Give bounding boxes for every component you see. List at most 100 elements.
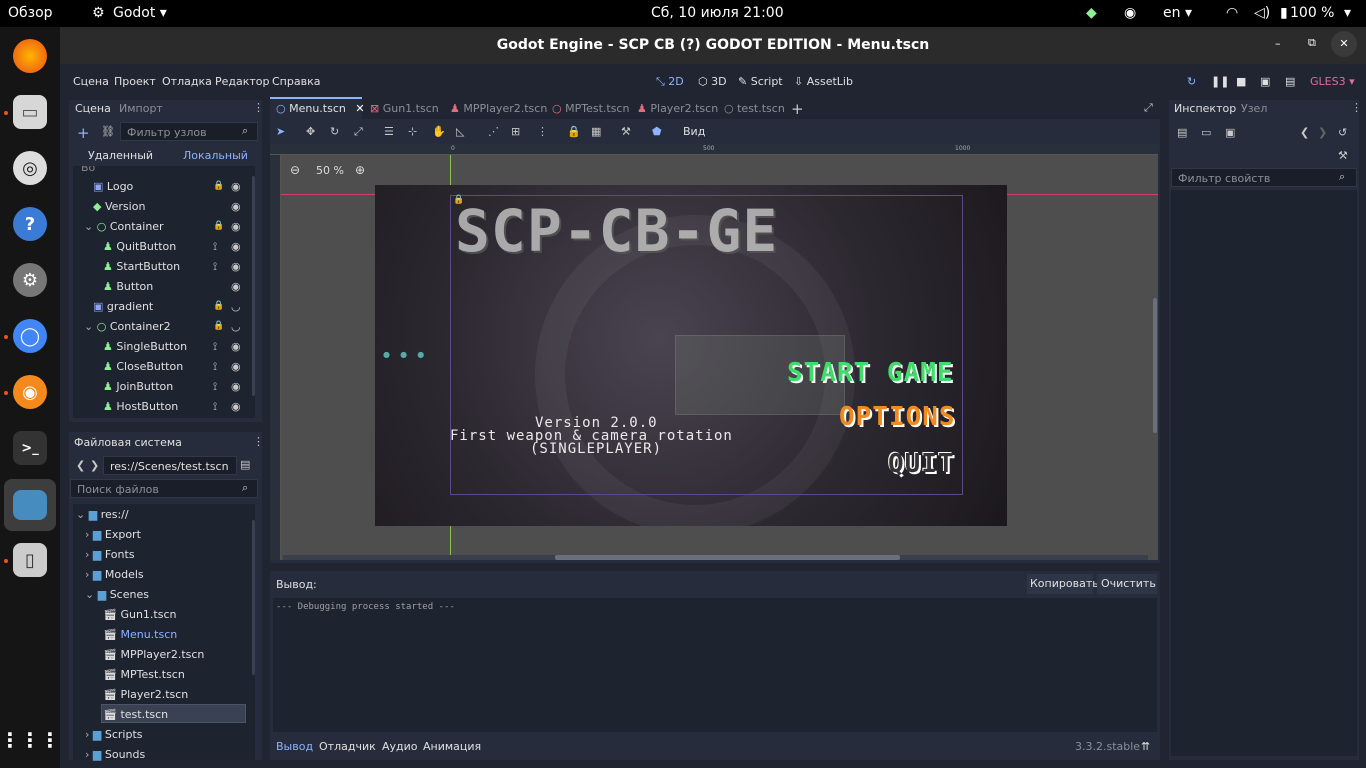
bottom-tab-audio[interactable]: Аудио xyxy=(382,740,418,753)
view-menu[interactable]: Вид xyxy=(683,125,705,138)
fs-file[interactable]: 🎬︎ MPPlayer2.tscn xyxy=(103,648,204,661)
menu-help[interactable]: Справка xyxy=(272,75,320,88)
fs-folder[interactable]: ⌄ ▆ Scenes xyxy=(85,588,149,601)
scene-node-gradient[interactable]: ▣ gradient xyxy=(93,300,153,313)
play-custom-scene-icon[interactable]: ▤ xyxy=(1285,75,1295,88)
stop-icon[interactable]: ■ xyxy=(1236,75,1246,88)
menu-scene[interactable]: Сцена xyxy=(73,75,109,88)
tab-import[interactable]: Импорт xyxy=(119,102,163,115)
scale-tool-icon[interactable]: ⤢ xyxy=(354,125,363,139)
output-log[interactable] xyxy=(273,598,1157,732)
v-scrollbar-thumb[interactable] xyxy=(1153,298,1157,433)
scene-node-startbutton[interactable]: ♟ StartButton xyxy=(103,260,180,273)
visible-eye-icon[interactable]: ◉ xyxy=(231,340,241,353)
scene-node-logo[interactable]: ▣ Logo xyxy=(93,180,133,193)
terminal-icon[interactable]: >_ xyxy=(13,431,47,465)
bottom-tab-animation[interactable]: Анимация xyxy=(423,740,481,753)
lock-icon[interactable]: 🔒 xyxy=(213,321,224,331)
file-tree-scrollbar[interactable] xyxy=(252,520,255,675)
bottom-tab-output[interactable]: Вывод xyxy=(276,740,313,753)
visible-eye-icon[interactable]: ◉ xyxy=(231,380,241,393)
pan-tool-icon[interactable]: ✋ xyxy=(432,125,446,138)
fs-file[interactable]: 🎬︎ test.tscn xyxy=(103,708,168,721)
menu-editor[interactable]: Редактор xyxy=(215,75,270,88)
activities-button[interactable]: Обзор xyxy=(8,5,53,21)
h-scrollbar-thumb[interactable] xyxy=(555,555,900,560)
signal-icon[interactable]: ⟟ xyxy=(213,400,217,414)
scene-tab-menu[interactable]: ○ Menu.tscn ✕ xyxy=(276,102,365,115)
mode-assetlib-button[interactable]: ⇩ AssetLib xyxy=(794,75,853,88)
scene-tab-player2[interactable]: ♟ Player2.tscn xyxy=(637,102,718,115)
rotate-tool-icon[interactable]: ↻ xyxy=(330,125,339,138)
toggle-split-icon[interactable]: ▤ xyxy=(240,458,250,471)
app-menu-button[interactable]: Godot ▾ xyxy=(113,5,167,21)
collapse-arrow-icon[interactable]: ⌄ xyxy=(84,220,97,233)
volume-icon[interactable]: ◁) xyxy=(1254,5,1270,21)
battery-icon[interactable]: ▮ xyxy=(1280,5,1288,21)
visible-eye-icon[interactable]: ◉ xyxy=(231,180,241,193)
visible-eye-icon[interactable]: ◉ xyxy=(231,280,241,293)
wifi-icon[interactable]: ◠ xyxy=(1226,5,1238,21)
collapse-arrow-icon[interactable]: › xyxy=(85,568,93,581)
visible-eye-icon[interactable]: ◉ xyxy=(231,240,241,253)
archive-icon[interactable]: ▯ xyxy=(13,543,47,577)
scene-node-quitbutton[interactable]: ♟ QuitButton xyxy=(103,240,176,253)
new-tab-icon[interactable]: + xyxy=(791,100,804,118)
visible-eye-icon[interactable]: ◉ xyxy=(231,200,241,213)
clear-button[interactable]: Очистить xyxy=(1097,574,1157,594)
history-back-icon[interactable]: ❮ xyxy=(1300,126,1309,139)
scene-node-joinbutton[interactable]: ♟ JoinButton xyxy=(103,380,173,393)
signal-icon[interactable]: ⟟ xyxy=(213,340,217,354)
fs-folder[interactable]: ⌄ ▆ res:// xyxy=(76,508,129,521)
show-apps-icon[interactable]: ⋮⋮⋮ xyxy=(0,723,60,757)
clock[interactable]: Сб, 10 июля 21:00 xyxy=(651,5,784,21)
scene-tab-mpplayer2[interactable]: ♟ MPPlayer2.tscn xyxy=(450,102,547,115)
fs-file[interactable]: 🎬︎ Gun1.tscn xyxy=(103,608,177,621)
collapse-arrow-icon[interactable]: ⌄ xyxy=(84,320,97,333)
renderer-select[interactable]: GLES3 ▾ xyxy=(1310,75,1355,88)
collapse-arrow-icon[interactable]: › xyxy=(85,528,93,541)
signal-icon[interactable]: ⟟ xyxy=(213,380,217,394)
list-select-icon[interactable]: ☰ xyxy=(384,125,394,138)
shield-icon[interactable]: ◆ xyxy=(1086,5,1097,21)
history-icon[interactable]: ↺ xyxy=(1338,126,1347,139)
discord-icon[interactable]: ◉ xyxy=(13,375,47,409)
history-forward-icon[interactable]: ❯ xyxy=(1318,126,1327,139)
signal-icon[interactable]: ⟟ xyxy=(213,260,217,274)
select-tool-icon[interactable]: ➤ xyxy=(276,125,285,138)
tab-node[interactable]: Узел xyxy=(1241,102,1267,115)
camera-override-icon[interactable]: ⬟ xyxy=(652,125,662,138)
scene-tab-mptest[interactable]: ○ MPTest.tscn xyxy=(552,102,629,115)
menu-debug[interactable]: Отладка xyxy=(162,75,212,88)
new-resource-icon[interactable]: ▤ xyxy=(1177,126,1187,139)
tab-inspector[interactable]: Инспектор xyxy=(1174,102,1236,115)
lock-icon[interactable]: 🔒 xyxy=(213,221,224,231)
language-indicator[interactable]: en ▾ xyxy=(1163,5,1192,21)
snap-options-icon[interactable]: ⋮ xyxy=(537,125,548,138)
fs-folder[interactable]: › ▆ Fonts xyxy=(85,548,135,561)
load-resource-icon[interactable]: ▭ xyxy=(1201,126,1211,139)
zoom-level[interactable]: 50 % xyxy=(316,164,344,177)
battery-level[interactable]: 100 % xyxy=(1290,5,1334,21)
instance-scene-icon[interactable]: ⛓ xyxy=(101,125,115,138)
copy-button[interactable]: Копировать xyxy=(1027,574,1099,594)
godot-icon[interactable] xyxy=(4,479,56,531)
fs-folder[interactable]: › ▆ Models xyxy=(85,568,144,581)
scene-node-hostbutton[interactable]: ♟ HostButton xyxy=(103,400,178,413)
ruler-tool-icon[interactable]: ◺ xyxy=(456,125,464,138)
scene-node-singlebutton[interactable]: ♟ SingleButton xyxy=(103,340,187,353)
fs-folder[interactable]: › ▆ Scripts xyxy=(85,728,143,741)
rhythmbox-icon[interactable]: ◎ xyxy=(13,151,47,185)
bottom-tab-debugger[interactable]: Отладчик xyxy=(319,740,376,753)
hidden-eye-icon[interactable]: ◡ xyxy=(231,320,241,333)
fs-folder[interactable]: › ▆ Sounds xyxy=(85,748,145,761)
help-icon[interactable]: ? xyxy=(13,207,47,241)
dock-menu-icon[interactable]: ⋮ xyxy=(253,101,264,114)
lock-icon[interactable]: 🔒 xyxy=(213,301,224,311)
zoom-in-icon[interactable]: ⊕ xyxy=(355,163,365,177)
move-tool-icon[interactable]: ✥ xyxy=(306,125,315,138)
firefox-icon[interactable] xyxy=(13,39,47,73)
visible-eye-icon[interactable]: ◉ xyxy=(231,360,241,373)
remote-tab[interactable]: Удаленный xyxy=(88,149,153,162)
start-game-button[interactable]: START GAME xyxy=(787,358,954,388)
